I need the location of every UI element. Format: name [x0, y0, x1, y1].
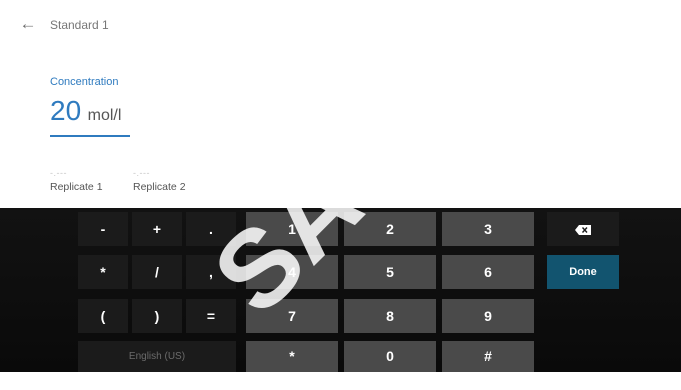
- key-slash[interactable]: /: [132, 255, 182, 289]
- key-open-paren[interactable]: (: [78, 299, 128, 333]
- key-0[interactable]: 0: [344, 341, 436, 372]
- key-plus[interactable]: +: [132, 212, 182, 246]
- key-4[interactable]: 4: [246, 255, 338, 289]
- concentration-value: 20: [50, 95, 82, 126]
- replicate-2-value: -.---: [133, 168, 150, 178]
- key-comma[interactable]: ,: [186, 255, 236, 289]
- replicate-1-value: -.---: [50, 168, 67, 178]
- concentration-field-underline: [50, 135, 130, 137]
- key-minus[interactable]: -: [78, 212, 128, 246]
- done-button[interactable]: Done: [547, 255, 619, 289]
- key-asterisk[interactable]: *: [246, 341, 338, 372]
- key-3[interactable]: 3: [442, 212, 534, 246]
- back-arrow-icon[interactable]: ←: [18, 14, 38, 34]
- replicate-1: -.--- Replicate 1: [50, 168, 103, 193]
- key-equals[interactable]: =: [186, 299, 236, 333]
- concentration-field[interactable]: 20 mol/l: [50, 94, 121, 128]
- key-2[interactable]: 2: [344, 212, 436, 246]
- key-9[interactable]: 9: [442, 299, 534, 333]
- key-7[interactable]: 7: [246, 299, 338, 333]
- edit-panel: ← Standard 1 Concentration 20 mol/l -.--…: [0, 0, 681, 208]
- page-title: Standard 1: [50, 18, 109, 32]
- key-period[interactable]: .: [186, 212, 236, 246]
- concentration-unit: mol/l: [87, 107, 122, 124]
- backspace-key[interactable]: [547, 212, 619, 246]
- key-hash[interactable]: #: [442, 341, 534, 372]
- backspace-icon: [575, 225, 591, 236]
- replicate-2: -.--- Replicate 2: [133, 168, 186, 193]
- key-close-paren[interactable]: ): [132, 299, 182, 333]
- replicate-2-label: Replicate 2: [133, 181, 186, 193]
- numeric-keyboard: - + . * / , ( ) = English (US) 1 2 3 4 5…: [0, 208, 681, 372]
- replicate-1-label: Replicate 1: [50, 181, 103, 193]
- language-key[interactable]: English (US): [78, 341, 236, 372]
- key-6[interactable]: 6: [442, 255, 534, 289]
- key-5[interactable]: 5: [344, 255, 436, 289]
- concentration-label: Concentration: [50, 76, 119, 88]
- key-asterisk-symbol[interactable]: *: [78, 255, 128, 289]
- key-1[interactable]: 1: [246, 212, 338, 246]
- key-8[interactable]: 8: [344, 299, 436, 333]
